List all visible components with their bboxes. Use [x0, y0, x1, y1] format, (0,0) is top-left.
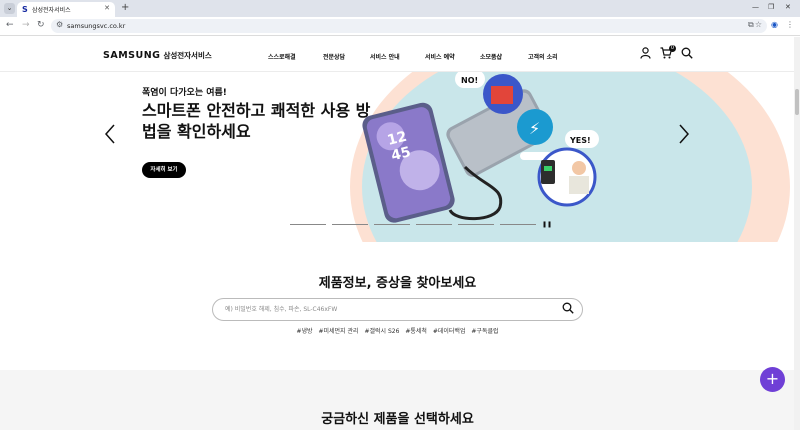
tab-title: 삼성전자서비스 — [32, 7, 71, 14]
nav-customer-voice[interactable]: 고객의 소리 — [528, 52, 558, 61]
slide-indicator[interactable] — [458, 224, 494, 225]
tag-tub-clean[interactable]: #통세척 — [405, 328, 427, 335]
product-select-title: 궁금하신 제품을 선택하세요 — [321, 412, 474, 427]
logo-text: SAMSUNG — [103, 50, 161, 61]
hero-detail-button[interactable]: 자세히 보기 — [142, 162, 186, 178]
hero-next-arrow-icon[interactable] — [679, 124, 690, 149]
tab-list-icon[interactable]: ⌄ — [4, 3, 15, 14]
menu-icon[interactable]: ⋮ — [786, 20, 794, 29]
search-section: 제품정보, 증상을 찾아보세요 #냉방 #미세먼지 관리 #갤럭시 S26 #통… — [0, 242, 795, 370]
search-input[interactable] — [225, 303, 555, 316]
pause-icon[interactable]: ❚❚ — [542, 221, 552, 228]
nav-service-info[interactable]: 서비스 안내 — [370, 52, 400, 61]
site-header: SAMSUNG 삼성전자서비스 스스로해결 전문상담 서비스 안내 서비스 예약 … — [0, 37, 800, 72]
hero-illustration: 12 45 NO! ⚡ YES! — [362, 72, 599, 223]
hero-title: 스마트폰 안전하고 쾌적한 사용 방법을 확인하세요 — [142, 101, 371, 141]
back-icon[interactable]: ← — [6, 20, 14, 30]
nav-consult[interactable]: 전문상담 — [323, 52, 345, 61]
maximize-icon[interactable]: ❐ — [768, 3, 774, 11]
tag-fine-dust[interactable]: #미세먼지 관리 — [318, 328, 358, 335]
minimize-icon[interactable]: — — [752, 3, 759, 11]
logo-subtext: 삼성전자서비스 — [163, 51, 212, 60]
tag-data-backup[interactable]: #데이터백업 — [433, 328, 466, 335]
user-icon[interactable] — [640, 47, 651, 62]
hero-subtitle: 폭염이 다가오는 여름! — [142, 88, 227, 98]
profile-icon[interactable]: ◉ — [771, 20, 778, 29]
cart-count-badge: 0 — [669, 45, 676, 52]
hero-banner: 12 45 NO! ⚡ YES! 폭염이 다가오는 여름! 스마트폰 안전하고 … — [0, 72, 795, 242]
page-scrollbar[interactable] — [794, 37, 800, 430]
search-icon[interactable] — [681, 47, 693, 62]
close-icon[interactable]: ✕ — [104, 4, 110, 12]
slide-indicator[interactable] — [290, 224, 326, 225]
slide-indicator[interactable] — [416, 224, 452, 225]
window-close-icon[interactable]: ✕ — [785, 3, 791, 11]
samsung-logo[interactable]: SAMSUNG 삼성전자서비스 — [103, 50, 212, 61]
slide-indicator[interactable] — [500, 224, 536, 225]
yes-label: YES! — [569, 136, 591, 145]
nav-self-service[interactable]: 스스로해결 — [268, 52, 296, 61]
search-submit-icon[interactable] — [562, 302, 574, 317]
address-bar[interactable]: ⚙ samsungsvc.co.kr ☆ — [51, 19, 767, 33]
browser-toolbar: ← → ↻ ⚙ samsungsvc.co.kr ☆ ⧉ ◉ ⋮ — [0, 17, 800, 36]
extensions-icon[interactable]: ⧉ — [748, 20, 754, 30]
product-select-section: 궁금하신 제품을 선택하세요 — [0, 370, 795, 430]
samsung-favicon-icon: S — [22, 5, 28, 14]
scrollbar-thumb[interactable] — [795, 89, 799, 115]
nav-service-reserve[interactable]: 서비스 예약 — [425, 52, 455, 61]
hero-prev-arrow-icon[interactable] — [104, 124, 115, 149]
tag-cooling[interactable]: #냉방 — [296, 328, 312, 335]
svg-text:⚡: ⚡ — [529, 119, 540, 138]
browser-tab-strip: ⌄ S 삼성전자서비스 ✕ + — ❐ ✕ — [0, 0, 800, 17]
search-box — [212, 298, 583, 321]
tag-subscription[interactable]: #구독클럽 — [471, 328, 498, 335]
floating-plus-button[interactable]: + — [760, 367, 785, 392]
slide-indicator[interactable] — [332, 224, 368, 225]
popular-tags: #냉방 #미세먼지 관리 #갤럭시 S26 #통세척 #데이터백업 #구독클럽 — [0, 326, 795, 335]
no-label: NO! — [461, 76, 478, 85]
slide-indicator[interactable] — [374, 224, 410, 225]
forward-icon[interactable]: → — [22, 20, 30, 30]
nav-consumables-shop[interactable]: 소모품샵 — [480, 52, 502, 61]
new-tab-icon[interactable]: + — [121, 2, 129, 13]
search-title: 제품정보, 증상을 찾아보세요 — [318, 276, 477, 291]
tag-galaxy-s26[interactable]: #갤럭시 S26 — [364, 328, 399, 335]
reload-icon[interactable]: ↻ — [37, 20, 45, 30]
site-info-icon[interactable]: ⚙ — [56, 20, 63, 29]
bookmark-star-icon[interactable]: ☆ — [755, 20, 762, 29]
browser-tab[interactable]: S 삼성전자서비스 ✕ — [17, 2, 115, 17]
url-text: samsungsvc.co.kr — [67, 22, 126, 30]
